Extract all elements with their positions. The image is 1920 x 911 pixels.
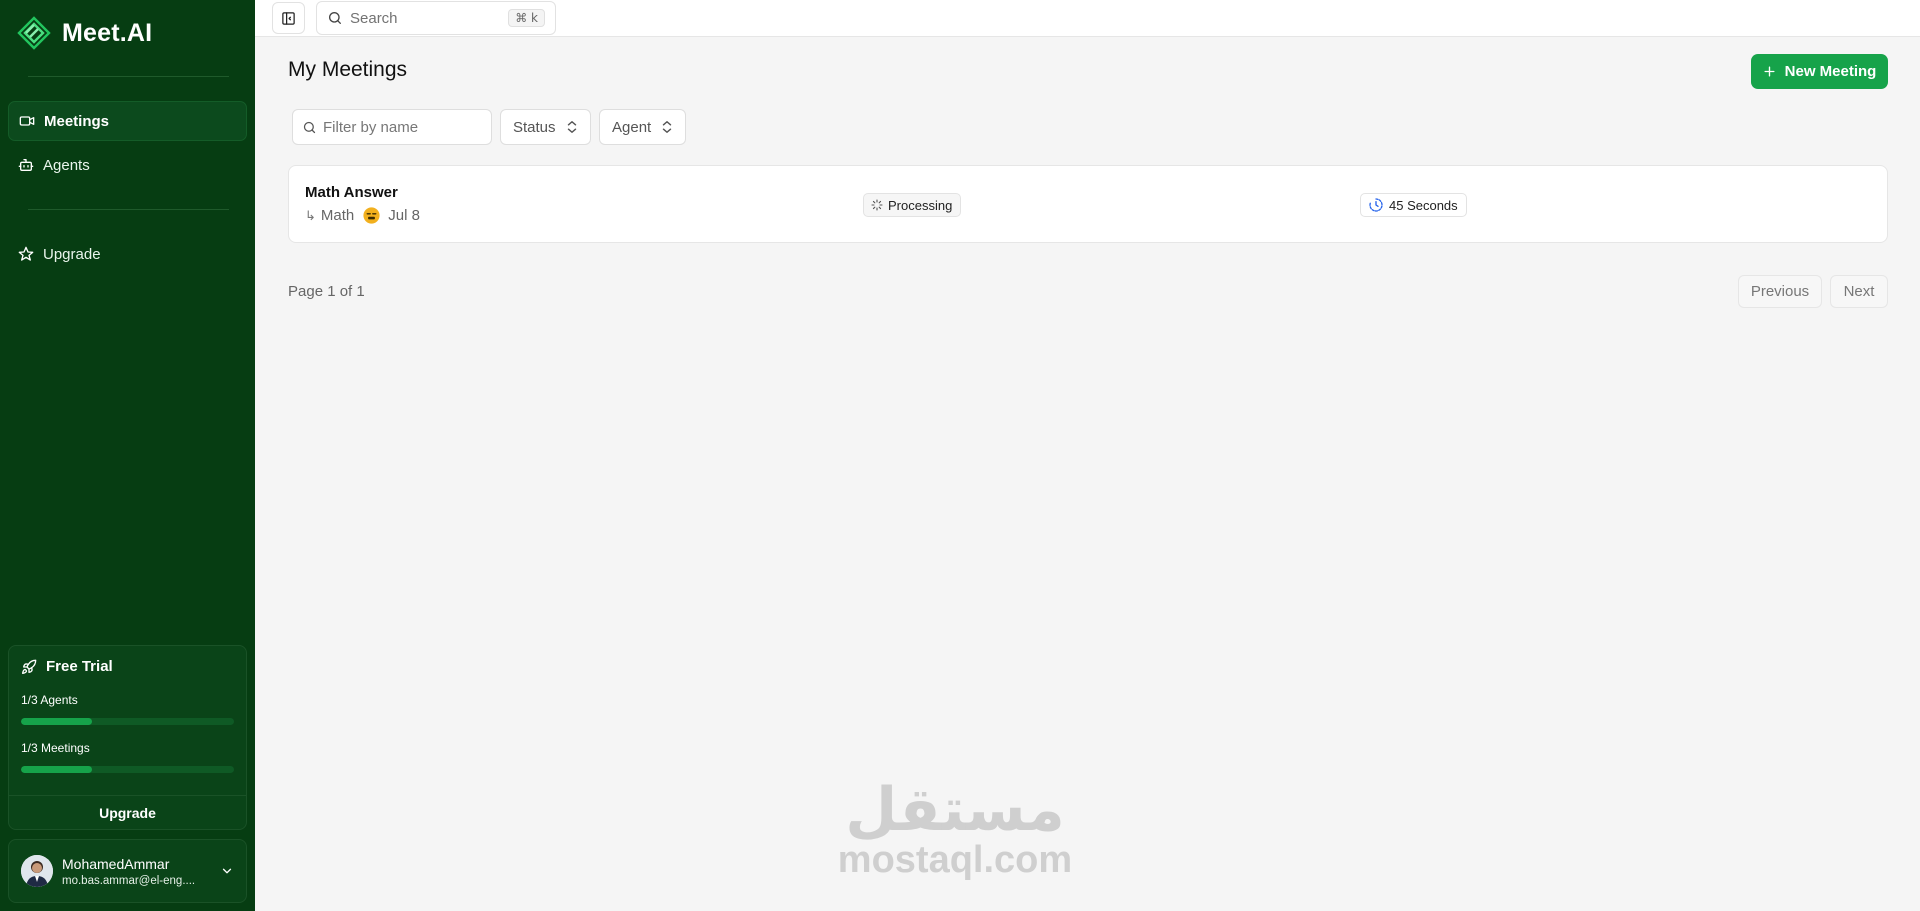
keyboard-shortcut: ⌘ k <box>508 9 545 27</box>
user-email: mo.bas.ammar@el-eng.... <box>62 874 196 887</box>
user-name: MohamedAmmar <box>62 855 170 872</box>
sidebar: Meet.AI Meetings Agents Upgrade Free Tri… <box>0 0 255 911</box>
page-title: My Meetings <box>288 58 408 81</box>
sidebar-item-agents[interactable]: Agents <box>8 145 247 185</box>
brand-name: Meet.AI <box>62 18 153 47</box>
search-placeholder: Search <box>350 9 398 27</box>
loader-icon <box>871 199 883 211</box>
watermark: مستقل mostaql.com <box>830 780 1080 880</box>
duration-badge: 45 Seconds <box>1360 193 1467 217</box>
previous-page-button[interactable]: Previous <box>1738 275 1822 308</box>
topbar: Search ⌘ k <box>255 0 1920 37</box>
status-filter-select[interactable]: Status <box>500 109 591 145</box>
sidebar-divider <box>28 209 229 210</box>
search-icon <box>303 121 316 133</box>
filter-by-name-field[interactable] <box>292 109 492 145</box>
status-filter-label: Status <box>513 118 556 136</box>
next-page-button[interactable]: Next <box>1830 275 1888 308</box>
trial-upgrade-button[interactable]: Upgrade <box>9 796 246 830</box>
clock-icon <box>1369 198 1383 212</box>
chevrons-up-down-icon <box>567 121 576 133</box>
panel-left-icon <box>282 11 295 25</box>
agents-usage-fill <box>21 718 92 725</box>
chevrons-up-down-icon <box>663 121 672 133</box>
video-icon <box>19 116 35 126</box>
search-button[interactable]: Search ⌘ k <box>316 1 556 35</box>
sidebar-divider <box>28 76 229 77</box>
new-meeting-label: New Meeting <box>1784 63 1877 80</box>
sidebar-item-label: Meetings <box>44 112 110 130</box>
sidebar-toggle-button[interactable] <box>272 2 305 34</box>
sidebar-item-label: Upgrade <box>43 245 101 263</box>
watermark-latin: mostaql.com <box>837 839 1073 881</box>
chevron-down-icon <box>222 868 232 874</box>
sidebar-item-upgrade[interactable]: Upgrade <box>8 234 247 274</box>
agent-avatar-icon <box>363 207 380 224</box>
pagination-info: Page 1 of 1 <box>288 283 365 300</box>
new-meeting-button[interactable]: New Meeting <box>1751 54 1888 89</box>
filter-by-name-input[interactable] <box>323 118 483 136</box>
user-info: MohamedAmmar mo.bas.ammar@el-eng.... <box>62 856 212 887</box>
agents-usage-bar <box>21 718 234 725</box>
status-text: Processing <box>888 197 953 213</box>
meeting-meta: ↳ Math Jul 8 <box>305 207 420 224</box>
meetings-usage-bar <box>21 766 234 773</box>
watermark-arabic: مستقل <box>845 775 1065 845</box>
plus-icon <box>1764 66 1775 77</box>
user-menu-button[interactable]: MohamedAmmar mo.bas.ammar@el-eng.... <box>8 839 247 903</box>
trial-title: Free Trial <box>46 658 113 675</box>
sidebar-item-label: Agents <box>43 156 90 174</box>
rocket-icon <box>22 659 37 674</box>
corner-down-right-icon: ↳ <box>305 207 316 223</box>
meeting-title: Math Answer <box>305 184 398 201</box>
agents-usage-label: 1/3 Agents <box>21 693 78 707</box>
logo-icon <box>17 16 51 50</box>
search-icon <box>329 12 341 24</box>
meeting-date: Jul 8 <box>388 207 420 224</box>
status-badge: Processing <box>863 193 962 217</box>
agent-filter-select[interactable]: Agent <box>599 109 687 145</box>
agent-filter-label: Agent <box>612 118 652 136</box>
sidebar-item-meetings[interactable]: Meetings <box>8 101 247 141</box>
meetings-usage-fill <box>21 766 92 773</box>
brand[interactable]: Meet.AI <box>16 15 152 51</box>
trial-header: Free Trial <box>21 658 113 675</box>
free-trial-card: Free Trial 1/3 Agents 1/3 Meetings Upgra… <box>8 645 247 830</box>
meeting-row[interactable]: Math Answer ↳ Math Jul 8 Processing 45 S… <box>288 165 1888 243</box>
meetings-usage-label: 1/3 Meetings <box>21 741 90 755</box>
meeting-agent-name: Math <box>320 207 355 224</box>
duration-text: 45 Seconds <box>1389 197 1458 213</box>
avatar <box>21 855 53 887</box>
bot-icon <box>18 159 34 171</box>
star-icon <box>18 246 34 261</box>
